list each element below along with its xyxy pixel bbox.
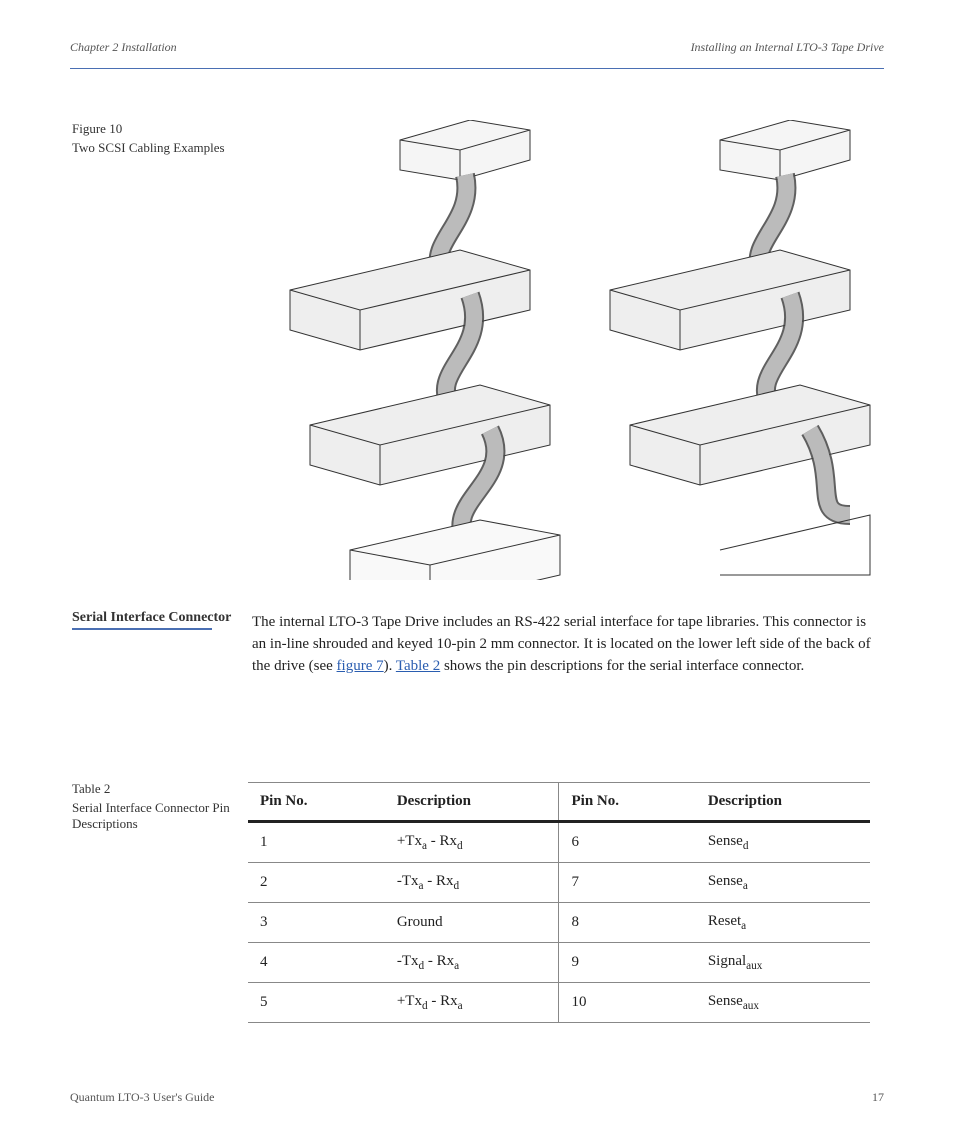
pin-number: 5 xyxy=(248,983,385,1023)
section-heading: Serial Interface Connector xyxy=(72,610,234,626)
table-header: Pin No. xyxy=(559,783,696,822)
header-chapter: Chapter 2 Installation xyxy=(70,40,177,55)
pin-number: 1 xyxy=(248,822,385,863)
paragraph-text: ). xyxy=(384,658,396,674)
page-header: Chapter 2 Installation Installing an Int… xyxy=(70,40,884,69)
pin-number: 7 xyxy=(559,863,696,903)
pin-number: 9 xyxy=(559,943,696,983)
page-footer: Quantum LTO-3 User's Guide 17 xyxy=(70,1090,884,1105)
figure-caption-block: Figure 10 Two SCSI Cabling Examples xyxy=(72,120,225,156)
pin-description: Sensea xyxy=(696,863,870,903)
figure-illustration xyxy=(250,120,890,580)
pin-description: +Txa - Rxd xyxy=(385,822,559,863)
table-header: Pin No. xyxy=(248,783,385,822)
figure-link[interactable]: figure 7 xyxy=(337,658,384,674)
header-section: Installing an Internal LTO-3 Tape Drive xyxy=(691,40,884,55)
section-heading-block: Serial Interface Connector xyxy=(72,610,234,630)
pin-description: Senseaux xyxy=(696,983,870,1023)
table-row: 1+Txa - Rxd6Sensed xyxy=(248,822,870,863)
figure-number: Figure 10 xyxy=(72,121,122,136)
table-link[interactable]: Table 2 xyxy=(396,658,440,674)
pin-description: Ground xyxy=(385,903,559,943)
table-header-row: Pin No. Description Pin No. Description xyxy=(248,783,870,822)
pin-description: -Txd - Rxa xyxy=(385,943,559,983)
pin-number: 3 xyxy=(248,903,385,943)
pin-description-table: Pin No. Description Pin No. Description … xyxy=(248,782,870,1023)
footer-page-number: 17 xyxy=(872,1090,884,1105)
figure-caption: Two SCSI Cabling Examples xyxy=(72,140,225,156)
pin-number: 2 xyxy=(248,863,385,903)
table-row: 3Ground8Reseta xyxy=(248,903,870,943)
pin-description: Sensed xyxy=(696,822,870,863)
table-caption-block: Table 2 Serial Interface Connector Pin D… xyxy=(72,780,234,832)
table-header: Description xyxy=(385,783,559,822)
pin-description: +Txd - Rxa xyxy=(385,983,559,1023)
body-paragraph: The internal LTO-3 Tape Drive includes a… xyxy=(252,612,872,677)
pin-description: Reseta xyxy=(696,903,870,943)
table-row: 5+Txd - Rxa10Senseaux xyxy=(248,983,870,1023)
pin-number: 6 xyxy=(559,822,696,863)
footer-doc-title: Quantum LTO-3 User's Guide xyxy=(70,1090,214,1105)
paragraph-text: shows the pin descriptions for the seria… xyxy=(440,658,804,674)
pin-number: 8 xyxy=(559,903,696,943)
table-caption: Serial Interface Connector Pin Descripti… xyxy=(72,800,234,832)
pin-number: 4 xyxy=(248,943,385,983)
table-header: Description xyxy=(696,783,870,822)
pin-description: Signalaux xyxy=(696,943,870,983)
table-number: Table 2 xyxy=(72,781,110,796)
accent-rule xyxy=(72,628,212,630)
table-row: 4-Txd - Rxa9Signalaux xyxy=(248,943,870,983)
pin-number: 10 xyxy=(559,983,696,1023)
table-row: 2-Txa - Rxd7Sensea xyxy=(248,863,870,903)
pin-description: -Txa - Rxd xyxy=(385,863,559,903)
